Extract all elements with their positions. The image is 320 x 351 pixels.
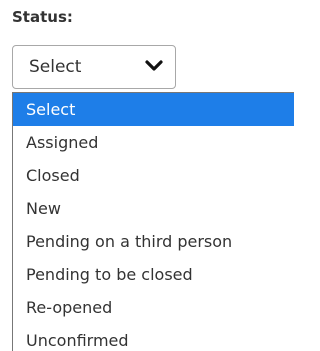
option-new[interactable]: New bbox=[13, 192, 294, 225]
option-pending-to-be-closed[interactable]: Pending to be closed bbox=[13, 258, 294, 291]
option-pending-on-third-person[interactable]: Pending on a third person bbox=[13, 225, 294, 258]
option-select[interactable]: Select bbox=[13, 93, 294, 126]
option-closed[interactable]: Closed bbox=[13, 159, 294, 192]
status-label: Status: bbox=[12, 8, 73, 26]
chevron-down-icon bbox=[145, 60, 163, 71]
status-select-value: Select bbox=[29, 57, 82, 77]
status-dropdown-list: Select Assigned Closed New Pending on a … bbox=[12, 92, 294, 351]
option-re-opened[interactable]: Re-opened bbox=[13, 291, 294, 324]
option-assigned[interactable]: Assigned bbox=[13, 126, 294, 159]
status-select[interactable]: Select bbox=[12, 45, 176, 89]
option-unconfirmed[interactable]: Unconfirmed bbox=[13, 324, 294, 351]
